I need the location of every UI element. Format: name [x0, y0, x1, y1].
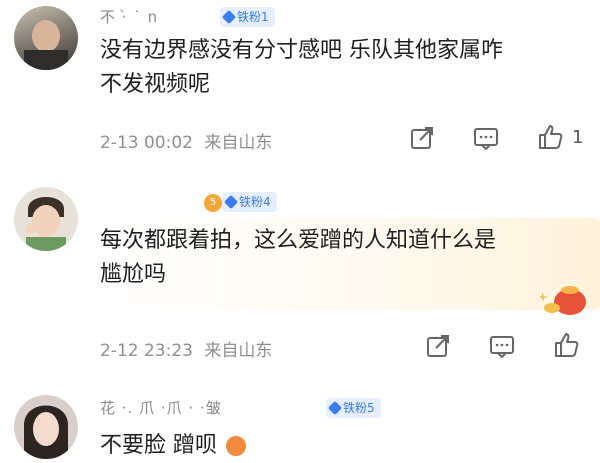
diamond-icon: [223, 194, 239, 210]
fan-badge: 铁粉5: [326, 398, 381, 418]
vip-crown-badge: 5: [204, 194, 222, 212]
thumbs-up-icon: [555, 333, 579, 357]
share-icon: [427, 335, 449, 357]
location: 来自山东: [204, 133, 273, 153]
share-button[interactable]: [424, 332, 452, 360]
badge-label: 铁粉4: [239, 195, 271, 209]
badge-label: 铁粉5: [343, 401, 375, 415]
comment-text: 每次都跟着拍，这么爱蹭的人知道什么是 尴尬吗: [100, 224, 496, 292]
like-count: 1: [572, 127, 584, 148]
avatar-image: [24, 20, 68, 70]
timestamp: 2-12 23:23: [100, 341, 193, 361]
avatar-image: [25, 197, 66, 251]
reply-button[interactable]: [488, 332, 516, 360]
avatar[interactable]: [14, 395, 78, 459]
comment-meta: 2-12 23:23 来自山东: [100, 336, 272, 361]
diamond-icon: [327, 400, 343, 416]
comment-item-1: 不 ·̀ ˙ n 铁粉1 没有边界感没有分寸感吧 乐队其他家属咋 不发视频呢 2…: [0, 0, 600, 170]
gold-bag-icon: [538, 286, 586, 315]
timestamp: 2-13 00:02: [100, 133, 193, 153]
comment-item-3: 花 ·. 爪 ·爪 · ·皱 铁粉5 不要脸 蹭呗: [0, 385, 600, 459]
location: 来自山东: [204, 341, 273, 361]
diamond-icon: [221, 9, 237, 25]
thumbs-up-icon: [539, 125, 563, 149]
fan-badge: 铁粉1: [220, 7, 275, 27]
share-button[interactable]: [408, 124, 436, 152]
like-button[interactable]: [536, 123, 564, 151]
badge-label: 铁粉1: [237, 10, 269, 24]
angry-face-emoji: [226, 436, 246, 456]
lucky-bag-decoration: [538, 278, 592, 318]
username[interactable]: 花 ·. 爪 ·爪 · ·皱: [100, 397, 222, 418]
comment-text-line: 没有边界感没有分寸感吧 乐队其他家属咋: [100, 38, 503, 63]
username[interactable]: 不 ·̀ ˙ n: [100, 6, 158, 27]
fan-badge: 铁粉4: [222, 192, 277, 212]
comment-text-line: 不发视频呢: [100, 72, 211, 97]
share-icon: [411, 127, 433, 149]
comment-text-line: 每次都跟着拍，这么爱蹭的人知道什么是: [100, 228, 497, 253]
comment-text-line: 尴尬吗: [100, 262, 167, 287]
comment-text: 不要脸 蹭呗: [100, 429, 246, 463]
comment-text-line: 不要脸 蹭呗: [100, 433, 217, 458]
comment-text: 没有边界感没有分寸感吧 乐队其他家属咋 不发视频呢: [100, 34, 503, 102]
reply-button[interactable]: [472, 124, 500, 152]
comment-item-2: 5 铁粉4 每次都跟着拍，这么爱蹭的人知道什么是 尴尬吗 2-12 23:23 …: [0, 180, 600, 370]
like-button[interactable]: [552, 331, 580, 359]
avatar[interactable]: [14, 187, 78, 251]
avatar-image: [24, 405, 68, 459]
avatar[interactable]: [14, 6, 78, 70]
comment-meta: 2-13 00:02 来自山东: [100, 128, 272, 153]
comment-icon: [490, 336, 514, 359]
comment-icon: [474, 128, 498, 151]
